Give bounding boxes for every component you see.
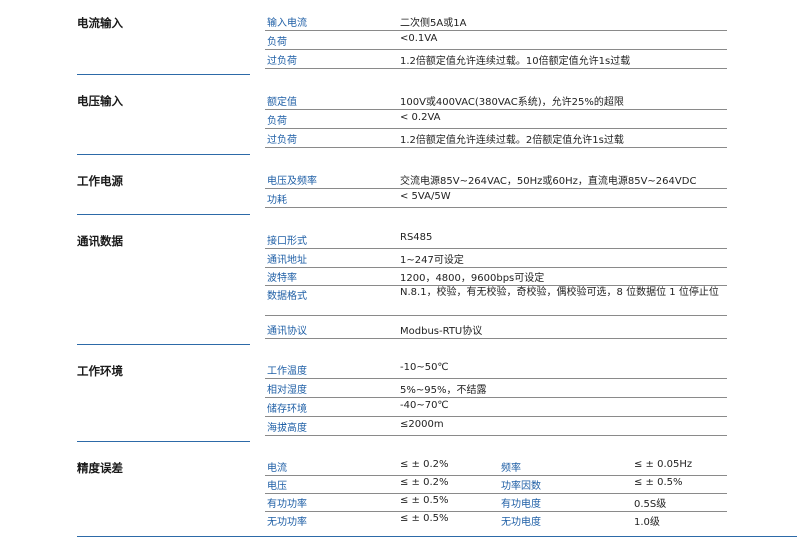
spec-value: -40~70℃ — [400, 400, 449, 411]
spec-key: 输入电流 — [267, 18, 307, 29]
spec-row: 无功功率 ≤ ± 0.5% — [265, 511, 499, 529]
section-divider — [77, 154, 250, 155]
spec-value: 1200，4800，9600bps可设定 — [400, 273, 545, 284]
spec-row: 过负荷 1.2倍额定值允许连续过载。2倍额定值允许1s过载 — [265, 129, 727, 148]
section-title-power-supply: 工作电源 — [77, 174, 123, 188]
spec-key: 接口形式 — [267, 236, 307, 247]
spec-key: 相对湿度 — [267, 385, 307, 396]
spec-key: 功率因数 — [501, 481, 541, 492]
spec-row: 通讯地址 1~247可设定 — [265, 249, 727, 268]
spec-row: 过负荷 1.2倍额定值允许连续过载。10倍额定值允许1s过载 — [265, 50, 727, 69]
spec-value: ≤ ± 0.2% — [400, 477, 449, 488]
spec-value: 1.2倍额定值允许连续过载。10倍额定值允许1s过载 — [400, 56, 631, 67]
spec-value: ≤2000m — [400, 419, 444, 430]
spec-value: < 5VA/5W — [400, 191, 451, 202]
section-title-accuracy: 精度误差 — [77, 461, 123, 475]
spec-key: 电流 — [267, 463, 287, 474]
spec-value: -10~50℃ — [400, 362, 449, 373]
spec-row: 输入电流 二次侧5A或1A — [265, 12, 727, 31]
spec-value: ≤ ± 0.5% — [400, 513, 449, 524]
spec-value: 二次侧5A或1A — [400, 18, 467, 29]
spec-key: 过负荷 — [267, 135, 297, 146]
spec-row: 通讯协议 Modbus-RTU协议 — [265, 320, 727, 339]
spec-row: 储存环境 -40~70℃ — [265, 398, 727, 417]
spec-key: 过负荷 — [267, 56, 297, 67]
spec-row: 额定值 100V或400VAC(380VAC系统)，允许25%的超限 — [265, 91, 727, 110]
spec-value: N.8.1，校验，有无校验，奇校验，偶校验可选，8 位数据位 1 位停止位 — [400, 287, 719, 298]
section-divider — [77, 344, 250, 345]
spec-row: 数据格式 N.8.1，校验，有无校验，奇校验，偶校验可选，8 位数据位 1 位停… — [265, 285, 727, 316]
spec-row: 接口形式 RS485 — [265, 230, 727, 249]
spec-key: 数据格式 — [267, 291, 307, 302]
spec-value: 交流电源85V~264VAC，50Hz或60Hz，直流电源85V~264VDC — [400, 176, 697, 187]
spec-row: 波特率 1200，4800，9600bps可设定 — [265, 267, 727, 286]
spec-key: 通讯协议 — [267, 326, 307, 337]
spec-key: 无功功率 — [267, 517, 307, 528]
spec-value: ≤ ± 0.5% — [634, 477, 683, 488]
section-divider — [77, 214, 250, 215]
section-title-environment: 工作环境 — [77, 364, 123, 378]
spec-row: 电压及频率 交流电源85V~264VAC，50Hz或60Hz，直流电源85V~2… — [265, 170, 727, 189]
spec-value: 1.0级 — [634, 517, 660, 528]
spec-key: 波特率 — [267, 273, 297, 284]
spec-key: 负荷 — [267, 37, 287, 48]
spec-key: 额定值 — [267, 97, 297, 108]
spec-value: 0.5S级 — [634, 499, 667, 510]
spec-value: 1~247可设定 — [400, 255, 464, 266]
spec-row: 有功功率 ≤ ± 0.5% — [265, 493, 499, 512]
spec-value: 5%~95%，不结露 — [400, 385, 487, 396]
spec-key: 通讯地址 — [267, 255, 307, 266]
spec-row: 负荷 <0.1VA — [265, 31, 727, 50]
spec-row: 功率因数 ≤ ± 0.5% — [499, 475, 727, 494]
spec-key: 电压及频率 — [267, 176, 317, 187]
section-divider — [77, 74, 250, 75]
section-divider — [77, 441, 250, 442]
spec-row: 负荷 < 0.2VA — [265, 110, 727, 129]
spec-row: 功耗 < 5VA/5W — [265, 189, 727, 208]
spec-value: RS485 — [400, 232, 433, 243]
spec-key: 电压 — [267, 481, 287, 492]
section-title-current-input: 电流输入 — [77, 16, 123, 30]
spec-row: 工作温度 -10~50℃ — [265, 360, 727, 379]
spec-row: 电流 ≤ ± 0.2% — [265, 457, 499, 476]
spec-key: 负荷 — [267, 116, 287, 127]
spec-key: 频率 — [501, 463, 521, 474]
spec-value: ≤ ± 0.5% — [400, 495, 449, 506]
spec-key: 功耗 — [267, 195, 287, 206]
section-title-communication: 通讯数据 — [77, 234, 123, 248]
spec-row: 电压 ≤ ± 0.2% — [265, 475, 499, 494]
spec-key: 无功电度 — [501, 517, 541, 528]
bottom-divider — [77, 536, 797, 537]
spec-row: 频率 ≤ ± 0.05Hz — [499, 457, 727, 476]
spec-row: 相对湿度 5%~95%，不结露 — [265, 379, 727, 398]
spec-key: 有功功率 — [267, 499, 307, 510]
spec-key: 储存环境 — [267, 404, 307, 415]
spec-row: 无功电度 1.0级 — [499, 511, 727, 529]
section-title-voltage-input: 电压输入 — [77, 94, 123, 108]
spec-value: < 0.2VA — [400, 112, 441, 123]
spec-value: 1.2倍额定值允许连续过载。2倍额定值允许1s过载 — [400, 135, 624, 146]
spec-row: 有功电度 0.5S级 — [499, 493, 727, 512]
spec-row: 海拔高度 ≤2000m — [265, 417, 727, 436]
spec-key: 海拔高度 — [267, 423, 307, 434]
spec-value: <0.1VA — [400, 33, 438, 44]
spec-value: ≤ ± 0.2% — [400, 459, 449, 470]
spec-value: Modbus-RTU协议 — [400, 326, 483, 337]
spec-key: 有功电度 — [501, 499, 541, 510]
spec-value: 100V或400VAC(380VAC系统)，允许25%的超限 — [400, 97, 624, 108]
spec-key: 工作温度 — [267, 366, 307, 377]
spec-value: ≤ ± 0.05Hz — [634, 459, 693, 470]
